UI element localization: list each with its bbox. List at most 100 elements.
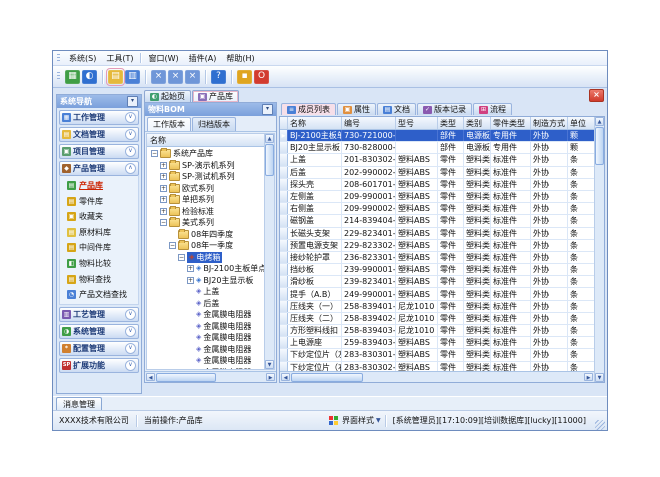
tree-node[interactable]: −◈上盖 xyxy=(147,286,264,298)
open-folder-icon[interactable]: ▤ xyxy=(108,70,123,84)
tree-node[interactable]: −美式系列 xyxy=(147,217,264,229)
tree-node[interactable]: −◈金属膜电阻器 xyxy=(147,309,264,321)
column-header[interactable]: 名称 xyxy=(288,117,342,129)
sidebar-item[interactable]: ◧物料比较 xyxy=(67,258,136,269)
collapse-icon[interactable]: − xyxy=(178,254,185,261)
chevron-down-icon[interactable]: ∨ xyxy=(125,326,136,337)
scroll-left-icon[interactable]: ◀ xyxy=(281,373,290,381)
table-row[interactable]: 磁钢盖214-839404-01X塑料ABS零件塑料类标准件外协条 xyxy=(280,215,594,227)
chevron-down-icon[interactable]: ∨ xyxy=(125,309,136,320)
table-row[interactable]: 右侧盖209-990002-01X塑料ABS零件塑料类标准件外协条 xyxy=(280,203,594,215)
detail-tab[interactable]: ▣属性 xyxy=(337,103,376,115)
menu-item[interactable]: 窗口(W) xyxy=(143,52,183,65)
collapse-icon[interactable]: − xyxy=(169,242,176,249)
scroll-down-icon[interactable]: ▼ xyxy=(595,373,604,382)
tree-node[interactable]: −◈金属膜电阻器 xyxy=(147,344,264,356)
pin-icon[interactable]: ▾ xyxy=(127,96,138,107)
sidebar-item[interactable]: ▤零件库 xyxy=(67,196,136,207)
sidebar-item[interactable]: ▤原材料库 xyxy=(67,227,136,238)
document-tab[interactable]: ◐起始页 xyxy=(144,90,191,102)
window-grid-icon[interactable]: ▥ xyxy=(125,70,140,84)
sidebar-group-header[interactable]: SP扩展功能∨ xyxy=(59,358,139,373)
toolbar-grip[interactable] xyxy=(57,72,60,81)
tree-node[interactable]: +◈BJ-2100主板单点 xyxy=(147,263,264,275)
sidebar-item[interactable]: ▤中间件库 xyxy=(67,242,136,253)
scroll-up-icon[interactable]: ▲ xyxy=(595,117,604,126)
chevron-down-icon[interactable]: ∨ xyxy=(125,146,136,157)
scrollbar-thumb[interactable] xyxy=(291,373,363,382)
table-row[interactable]: 下纱定位片（右）283-830302-00X塑料ABS零件塑料类标准件外协条 xyxy=(280,362,594,371)
expand-icon[interactable]: + xyxy=(160,173,167,180)
tree-node[interactable]: +欧式系列 xyxy=(147,183,264,195)
lock-icon[interactable]: ▪ xyxy=(237,70,252,84)
expand-icon[interactable]: + xyxy=(160,196,167,203)
tree-column-header[interactable]: 名称 xyxy=(147,134,264,147)
chevron-down-icon[interactable]: ∨ xyxy=(125,112,136,123)
pin-icon[interactable]: ▾ xyxy=(262,104,273,115)
resize-grip[interactable] xyxy=(595,420,605,430)
document-tab[interactable]: ▣产品库 xyxy=(192,90,239,102)
expand-icon[interactable]: + xyxy=(160,185,167,192)
tree-node[interactable]: −08年一季度 xyxy=(147,240,264,252)
column-header[interactable]: 单位 xyxy=(568,117,594,129)
tree-node[interactable]: −◈金属膜电阻器 xyxy=(147,332,264,344)
sidebar-group-header[interactable]: ▤文档管理∨ xyxy=(59,127,139,142)
menu-item[interactable]: 插件(A) xyxy=(184,52,222,65)
help-icon[interactable]: ? xyxy=(211,70,226,84)
table-row[interactable]: 后盖202-990002-01X塑料ABS零件塑料类标准件外协条 xyxy=(280,167,594,179)
sidebar-item[interactable]: ◔产品文档查找 xyxy=(67,289,136,300)
table-row[interactable]: 左侧盖209-990001-01X塑料ABS零件塑料类标准件外协条 xyxy=(280,191,594,203)
table-row[interactable]: 上电源座259-839403-00X塑料ABS零件塑料类标准件外协条 xyxy=(280,337,594,349)
scroll-right-icon[interactable]: ▶ xyxy=(584,373,593,381)
desktop-icon[interactable]: ▦ xyxy=(65,70,80,84)
column-header[interactable]: 制造方式 xyxy=(531,117,568,129)
collapse-icon[interactable]: − xyxy=(151,150,158,157)
scrollbar-thumb[interactable] xyxy=(265,144,274,176)
sidebar-group-header[interactable]: ◆产品管理∧ xyxy=(59,161,139,176)
table-row[interactable]: 方形塑料线扣258-839403-00X尼龙1010零件塑料类标准件外协条 xyxy=(280,325,594,337)
table-row[interactable]: 提手（A.B）249-990001-01X塑料ABS零件塑料类标准件外协条 xyxy=(280,288,594,300)
table-row[interactable]: 接纱轮护罩236-823301-00X塑料ABS零件塑料类标准件外协条 xyxy=(280,252,594,264)
column-header[interactable]: 类别 xyxy=(464,117,491,129)
tree-horizontal-scrollbar[interactable]: ◀ ▶ xyxy=(145,371,276,382)
table-row[interactable]: 长磁头支架229-823401-00X塑料ABS零件塑料类标准件外协条 xyxy=(280,228,594,240)
column-header[interactable]: 零件类型 xyxy=(491,117,531,129)
tree-node[interactable]: −◈金属膜电阻器 xyxy=(147,355,264,367)
sidebar-item[interactable]: ▤产品库 xyxy=(67,180,136,191)
detail-tab[interactable]: ⊞流程 xyxy=(473,103,512,115)
scroll-right-icon[interactable]: ▶ xyxy=(266,373,275,381)
collapse-icon[interactable]: − xyxy=(160,219,167,226)
tree-node[interactable]: −系统产品库 xyxy=(147,148,264,160)
table-vertical-scrollbar[interactable]: ▲ ▼ xyxy=(594,117,604,382)
tree-node[interactable]: +◈BJ20主显示板 xyxy=(147,275,264,287)
close-all-windows-icon[interactable]: × xyxy=(168,70,183,84)
tree-node[interactable]: −◈电烤箱 xyxy=(147,252,264,264)
exit-icon[interactable]: O xyxy=(254,70,269,84)
sidebar-group-header[interactable]: ▦工作管理∨ xyxy=(59,110,139,125)
expand-icon[interactable]: + xyxy=(187,265,194,272)
menu-item[interactable]: 系统(S) xyxy=(64,52,101,65)
scrollbar-thumb[interactable] xyxy=(156,373,216,382)
table-horizontal-scrollbar[interactable]: ◀ ▶ xyxy=(280,371,594,382)
tree-node[interactable]: +检验标准 xyxy=(147,206,264,218)
tree-vertical-scrollbar[interactable]: ▲ ▼ xyxy=(264,134,274,369)
sidebar-group-header[interactable]: ▥工艺管理∨ xyxy=(59,307,139,322)
row-indicator-header[interactable] xyxy=(280,117,288,129)
table-row[interactable]: ▸BJ-2100主板单点730-721000-12X部件电源板专用件外协颗 xyxy=(280,130,594,142)
expand-icon[interactable]: + xyxy=(187,277,194,284)
column-header[interactable]: 编号 xyxy=(342,117,396,129)
detail-tab[interactable]: ✓版本记录 xyxy=(417,103,472,115)
sidebar-group-header[interactable]: ◑系统管理∨ xyxy=(59,324,139,339)
sidebar-item[interactable]: ▣收藏夹 xyxy=(67,211,136,222)
scrollbar-thumb[interactable] xyxy=(595,127,604,165)
scroll-left-icon[interactable]: ◀ xyxy=(146,373,155,381)
menubar-grip[interactable] xyxy=(57,54,60,63)
tree-node[interactable]: −◈金属膜电阻器 xyxy=(147,367,264,370)
table-row[interactable]: 预置电源支架229-823302-00X塑料ABS零件塑料类标准件外协条 xyxy=(280,240,594,252)
chevron-up-icon[interactable]: ∧ xyxy=(125,163,136,174)
table-row[interactable]: 滑纱板239-823401-00X塑料ABS零件塑料类标准件外协条 xyxy=(280,276,594,288)
detail-tab[interactable]: ≡成员列表 xyxy=(281,103,336,115)
interface-style-button[interactable]: 界面样式 ▼ xyxy=(341,414,382,427)
detail-tab[interactable]: ▤文档 xyxy=(377,103,416,115)
tree-node[interactable]: −08年四季度 xyxy=(147,229,264,241)
